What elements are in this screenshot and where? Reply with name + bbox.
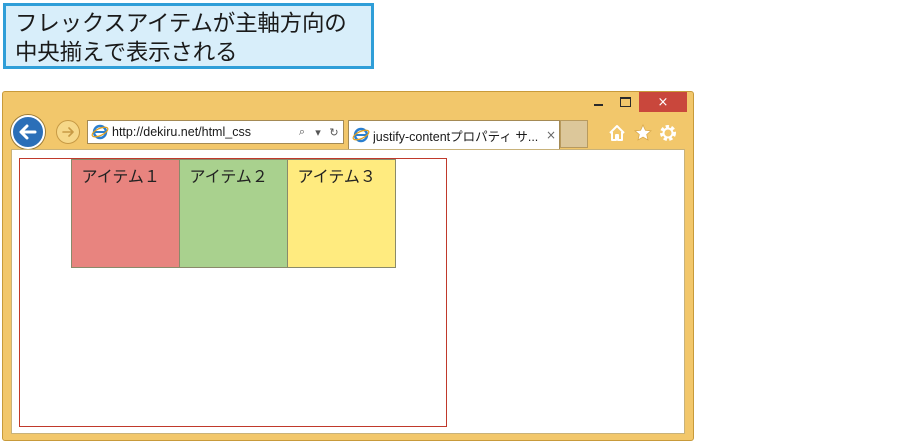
back-button[interactable]: [11, 115, 45, 149]
tab-title: justify-contentプロパティ サ...: [373, 129, 539, 144]
dropdown-icon[interactable]: ▾: [311, 124, 325, 140]
close-icon: ×: [657, 94, 669, 110]
maximize-icon: [619, 97, 631, 107]
flex-item-1: アイテム１: [70, 159, 180, 268]
flex-item-3: アイテム３: [286, 159, 396, 268]
ie-logo-icon: [352, 127, 370, 143]
flex-item-label: アイテム２: [189, 167, 268, 186]
page-content: アイテム１ アイテム２ アイテム３: [11, 149, 685, 434]
flex-item-label: アイテム３: [297, 167, 376, 186]
flex-item-label: アイテム１: [81, 167, 160, 186]
refresh-icon[interactable]: ↻: [327, 124, 341, 140]
minimize-icon: [593, 104, 603, 106]
active-tab[interactable]: justify-contentプロパティ サ... ×: [348, 120, 560, 149]
new-tab-button[interactable]: [560, 120, 588, 148]
url-text[interactable]: http://dekiru.net/html_css: [112, 125, 295, 139]
caption-line-1: フレックスアイテムが主軸方向の: [15, 11, 347, 37]
flex-item-2: アイテム２: [178, 159, 288, 268]
favorites-star-icon[interactable]: [633, 123, 653, 143]
tab-close-icon[interactable]: ×: [543, 128, 559, 142]
search-icon[interactable]: ⌕: [295, 124, 309, 140]
minimize-button[interactable]: [585, 92, 611, 112]
address-bar[interactable]: http://dekiru.net/html_css ⌕ ▾ ↻: [87, 120, 344, 144]
caption-box: フレックスアイテムが主軸方向の 中央揃えで表示される: [3, 3, 374, 69]
settings-gear-icon[interactable]: [658, 123, 678, 143]
ie-logo-icon: [91, 124, 109, 140]
forward-button[interactable]: [56, 120, 80, 144]
flex-container: アイテム１ アイテム２ アイテム３: [19, 158, 447, 427]
back-arrow-icon: [19, 124, 37, 140]
forward-arrow-icon: [62, 127, 74, 137]
browser-window: × http://dekiru.net/html_css ⌕ ▾ ↻ justi…: [2, 91, 694, 441]
maximize-button[interactable]: [612, 92, 638, 112]
caption-line-2: 中央揃えで表示される: [15, 40, 238, 66]
close-button[interactable]: ×: [639, 92, 687, 112]
home-icon[interactable]: [607, 123, 627, 143]
